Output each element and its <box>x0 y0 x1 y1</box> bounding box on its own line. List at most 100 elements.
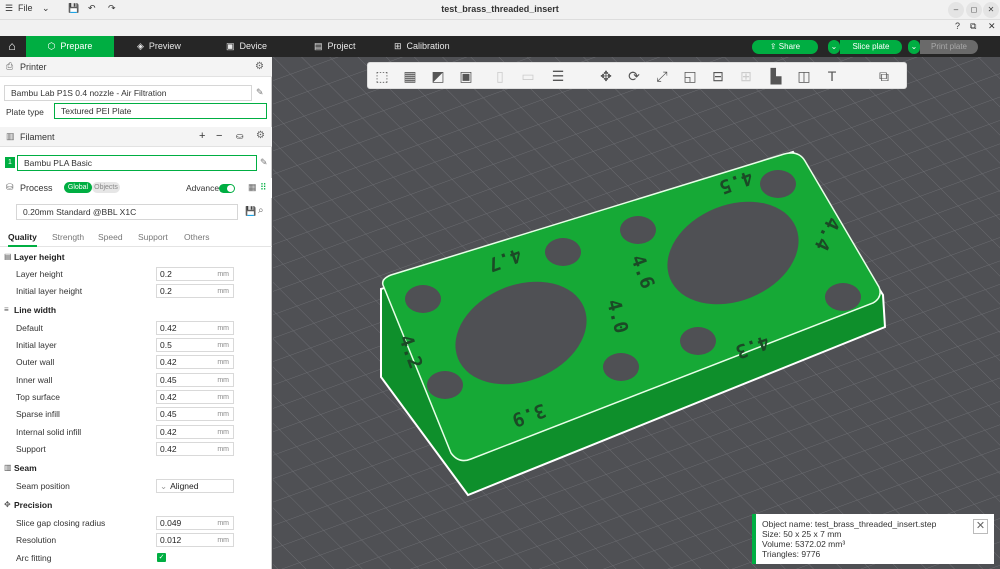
slice-dropdown-button[interactable]: ⌄ <box>828 40 840 54</box>
outer-wall-input[interactable]: 0.42 mm <box>156 355 234 369</box>
close-icon[interactable]: ✕ <box>973 519 988 534</box>
printer-select[interactable]: Bambu Lab P1S 0.4 nozzle - Air Filtratio… <box>4 85 252 101</box>
process-subtabs: Quality Strength Speed Support Others <box>0 227 272 247</box>
tab-project[interactable]: ▤ Project <box>314 36 356 57</box>
layer-height-icon: ▤ <box>4 252 12 261</box>
slice-gap-closing-radius-input[interactable]: 0.049 mm <box>156 516 234 530</box>
layers-tool-icon[interactable]: ☰ <box>548 67 568 85</box>
edit-filament-icon[interactable]: ✎ <box>260 157 268 168</box>
subtab-support[interactable]: Support <box>138 232 168 242</box>
support-paint-icon[interactable]: ▙ <box>766 67 786 85</box>
initial-layer-height-input[interactable]: 0.2 mm <box>156 284 234 298</box>
redo-icon[interactable]: ↷ <box>108 3 116 14</box>
scale-icon[interactable]: ⤢ <box>652 67 672 85</box>
process-preset-select[interactable]: 0.20mm Standard @BBL X1C <box>16 204 238 220</box>
subtab-speed[interactable]: Speed <box>98 232 123 242</box>
support-line-width-input[interactable]: 0.42 mm <box>156 442 234 456</box>
edit-printer-icon[interactable]: ✎ <box>256 87 264 98</box>
tab-device[interactable]: ▣ Device <box>226 36 267 57</box>
filament-slot-badge[interactable]: 1 <box>5 157 15 168</box>
printer-icon: ⎙ <box>6 61 14 71</box>
top-surface-input[interactable]: 0.42 mm <box>156 390 234 404</box>
add-filament-button[interactable]: + <box>199 130 205 142</box>
advance-label: Advance <box>186 183 220 193</box>
setting-label: Arc fitting <box>16 553 52 563</box>
global-toggle[interactable]: Global <box>64 182 92 193</box>
file-menu[interactable]: File <box>18 3 33 13</box>
save-preset-icon[interactable]: 💾 <box>245 206 256 217</box>
menu-icon[interactable]: ☰ <box>5 3 13 14</box>
setting-label: Support <box>16 444 46 454</box>
close-tab-icon[interactable]: ✕ <box>988 21 996 32</box>
gear-icon[interactable]: ⚙ <box>255 61 264 72</box>
minimize-button[interactable]: – <box>948 2 964 18</box>
3d-viewport[interactable]: 4.5 4.4 4.7 4.6 4.0 4.2 4.3 3.9 <box>273 57 1000 569</box>
subtab-strength[interactable]: Strength <box>52 232 84 242</box>
setting-label: Resolution <box>16 535 57 545</box>
setting-label: Initial layer height <box>16 286 83 296</box>
precision-group-title: Precision <box>14 500 53 510</box>
split-parts-icon[interactable]: ▭ <box>518 67 538 85</box>
setting-label: Inner wall <box>16 375 53 385</box>
tree-icon[interactable]: ⠿ <box>260 182 267 193</box>
resolution-input[interactable]: 0.012 mm <box>156 533 234 547</box>
inner-wall-input[interactable]: 0.45 mm <box>156 373 234 387</box>
filament-icon: ▥ <box>6 131 15 141</box>
cut-icon[interactable]: ⊟ <box>708 67 728 85</box>
filament-gear-icon[interactable]: ⚙ <box>256 130 265 141</box>
share-button[interactable]: ⇪ Share <box>752 40 818 54</box>
home-icon[interactable]: ⌂ <box>0 36 24 57</box>
remove-filament-button[interactable]: − <box>216 130 222 142</box>
chevron-down-icon[interactable]: ⌄ <box>42 3 50 14</box>
advance-switch[interactable] <box>219 184 235 193</box>
layer-height-group-title: Layer height <box>14 252 65 262</box>
build-plate-canvas[interactable]: 4.5 4.4 4.7 4.6 4.0 4.2 4.3 3.9 <box>273 57 1000 569</box>
move-icon[interactable]: ✥ <box>596 67 616 85</box>
subtab-others[interactable]: Others <box>184 232 210 242</box>
setting-label: Sparse infill <box>16 409 60 419</box>
save-icon[interactable]: 💾 <box>68 3 79 14</box>
close-button[interactable]: ✕ <box>983 2 999 18</box>
sparse-infill-input[interactable]: 0.45 mm <box>156 407 234 421</box>
sync-icon[interactable]: ⛀ <box>236 131 244 142</box>
chevron-down-icon: ⌄ <box>160 481 168 491</box>
rotate-icon[interactable]: ⟳ <box>624 67 644 85</box>
maximize-button[interactable]: ◻ <box>966 2 982 18</box>
filament-select[interactable]: Bambu PLA Basic <box>17 155 257 171</box>
objects-toggle[interactable]: Objects <box>92 182 120 193</box>
seam-position-select[interactable]: ⌄ Aligned <box>156 479 234 493</box>
undo-icon[interactable]: ↶ <box>88 3 96 14</box>
precision-icon: ✥ <box>4 500 11 509</box>
initial-layer-line-width-input[interactable]: 0.5 mm <box>156 338 234 352</box>
help-icon[interactable]: ? <box>955 21 960 31</box>
text-tool-icon[interactable]: T <box>822 67 842 85</box>
tab-prepare[interactable]: ⬡ Prepare <box>26 36 114 57</box>
assembly-view-icon[interactable]: ⧉ <box>874 67 894 85</box>
lay-on-face-icon[interactable]: ◱ <box>680 67 700 85</box>
tab-preview[interactable]: ◈ Preview <box>137 36 181 57</box>
restore-icon[interactable]: ⧉ <box>970 21 976 32</box>
default-line-width-input[interactable]: 0.42 mm <box>156 321 234 335</box>
compare-icon[interactable]: ▦ <box>248 182 257 193</box>
process-section-title: Process <box>20 183 53 193</box>
print-dropdown-button[interactable]: ⌄ <box>908 40 920 54</box>
setting-label: Layer height <box>16 269 63 279</box>
search-icon[interactable]: ⌕ <box>258 205 264 216</box>
menu-strip: ? ⧉ ✕ <box>0 20 1000 36</box>
arrange-icon[interactable]: ▣ <box>456 67 476 85</box>
subtab-quality[interactable]: Quality <box>8 232 37 247</box>
plate-type-select[interactable]: Textured PEI Plate <box>54 103 267 119</box>
mesh-boolean-icon[interactable]: ⊞ <box>736 67 756 85</box>
internal-solid-infill-input[interactable]: 0.42 mm <box>156 425 234 439</box>
print-plate-button[interactable]: Print plate <box>920 40 978 54</box>
slice-plate-button[interactable]: Slice plate <box>840 40 902 54</box>
small-hole <box>545 238 581 266</box>
layer-height-input[interactable]: 0.2 mm <box>156 267 234 281</box>
split-objects-icon[interactable]: ▯ <box>490 67 510 85</box>
add-plate-icon[interactable]: ▦ <box>400 67 420 85</box>
auto-orient-icon[interactable]: ◩ <box>428 67 448 85</box>
seam-paint-icon[interactable]: ◫ <box>794 67 814 85</box>
arc-fitting-checkbox[interactable]: ✓ <box>157 553 166 562</box>
add-object-icon[interactable]: ⬚ <box>372 67 392 85</box>
tab-calibration[interactable]: ⊞ Calibration <box>394 36 450 57</box>
